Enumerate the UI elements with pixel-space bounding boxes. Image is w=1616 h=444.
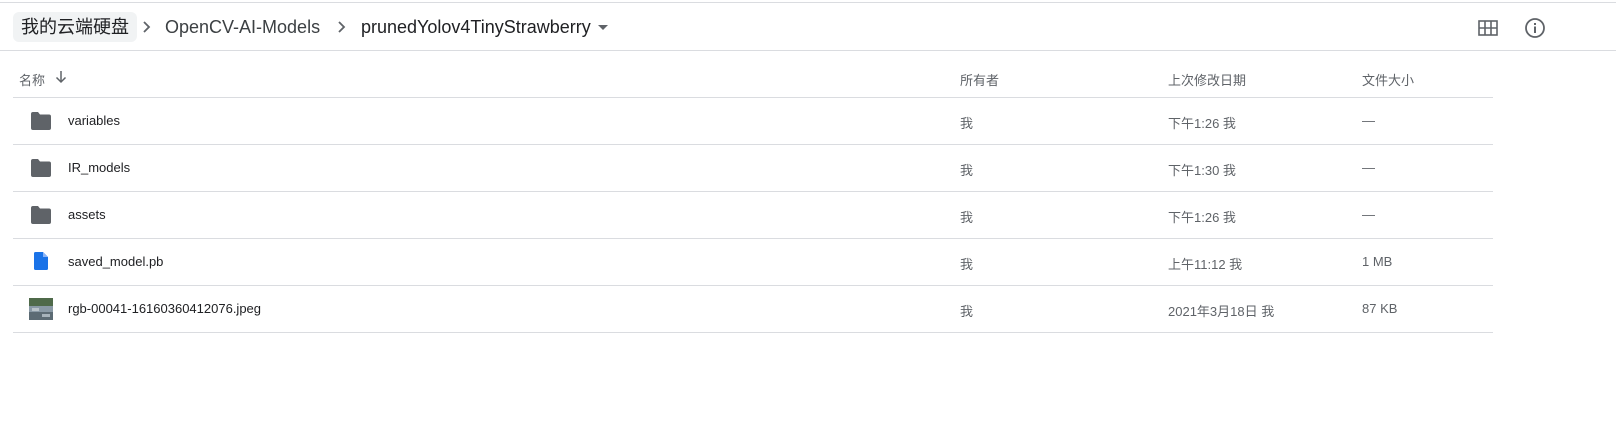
chevron-right-icon (338, 21, 346, 33)
file-name: variables (68, 113, 121, 128)
file-modified: 上午11:12 我 (1168, 257, 1243, 272)
file-row[interactable]: rgb-00041-16160360412076.jpeg 我 2021年3月1… (13, 286, 1493, 333)
breadcrumb-header: 我的云端硬盘 OpenCV-AI-Models prunedYolov4Tiny… (0, 3, 1616, 51)
file-size: — (1362, 207, 1375, 222)
file-size: 1 MB (1362, 254, 1393, 269)
file-row[interactable]: IR_models 我 下午1:30 我 — (13, 145, 1493, 192)
image-thumbnail (29, 298, 53, 320)
info-icon[interactable] (1524, 17, 1546, 39)
file-modified: 下午1:30 我 (1168, 163, 1236, 178)
file-name: saved_model.pb (68, 254, 164, 269)
folder-icon (31, 206, 51, 224)
column-header-name[interactable]: 名称 (19, 70, 45, 89)
file-size: 87 KB (1362, 301, 1398, 316)
file-row[interactable]: saved_model.pb 我 上午11:12 我 1 MB (13, 239, 1493, 286)
file-modified: 下午1:26 我 (1168, 210, 1236, 225)
breadcrumb-root[interactable]: 我的云端硬盘 (13, 12, 137, 42)
file-modified: 2021年3月18日 我 (1168, 304, 1275, 319)
breadcrumb-current-folder[interactable]: prunedYolov4TinyStrawberry (361, 12, 591, 42)
file-row[interactable]: assets 我 下午1:26 我 — (13, 192, 1493, 239)
file-row[interactable]: variables 我 下午1:26 我 — (13, 98, 1493, 145)
breadcrumb-opencv-ai-models[interactable]: OpenCV-AI-Models (165, 12, 320, 42)
file-owner: 我 (960, 163, 974, 178)
caret-down-icon[interactable] (598, 25, 608, 30)
folder-icon (31, 159, 51, 177)
file-name: IR_models (68, 160, 131, 175)
grid-view-icon[interactable] (1478, 20, 1498, 36)
file-name: rgb-00041-16160360412076.jpeg (68, 301, 262, 316)
file-owner: 我 (960, 116, 974, 131)
file-size: — (1362, 160, 1375, 175)
file-owner: 我 (960, 304, 974, 319)
column-header-modified[interactable]: 上次修改日期 (1168, 70, 1246, 89)
file-owner: 我 (960, 257, 974, 272)
file-name: assets (68, 207, 106, 222)
file-modified: 下午1:26 我 (1168, 116, 1236, 131)
file-size: — (1362, 113, 1375, 128)
file-owner: 我 (960, 210, 974, 225)
column-header-size[interactable]: 文件大小 (1362, 70, 1414, 89)
chevron-right-icon (143, 21, 151, 33)
column-header-owner: 所有者 (960, 73, 1000, 88)
folder-icon (31, 112, 51, 130)
sort-arrow-down-icon[interactable] (55, 70, 67, 84)
document-icon (34, 252, 48, 270)
